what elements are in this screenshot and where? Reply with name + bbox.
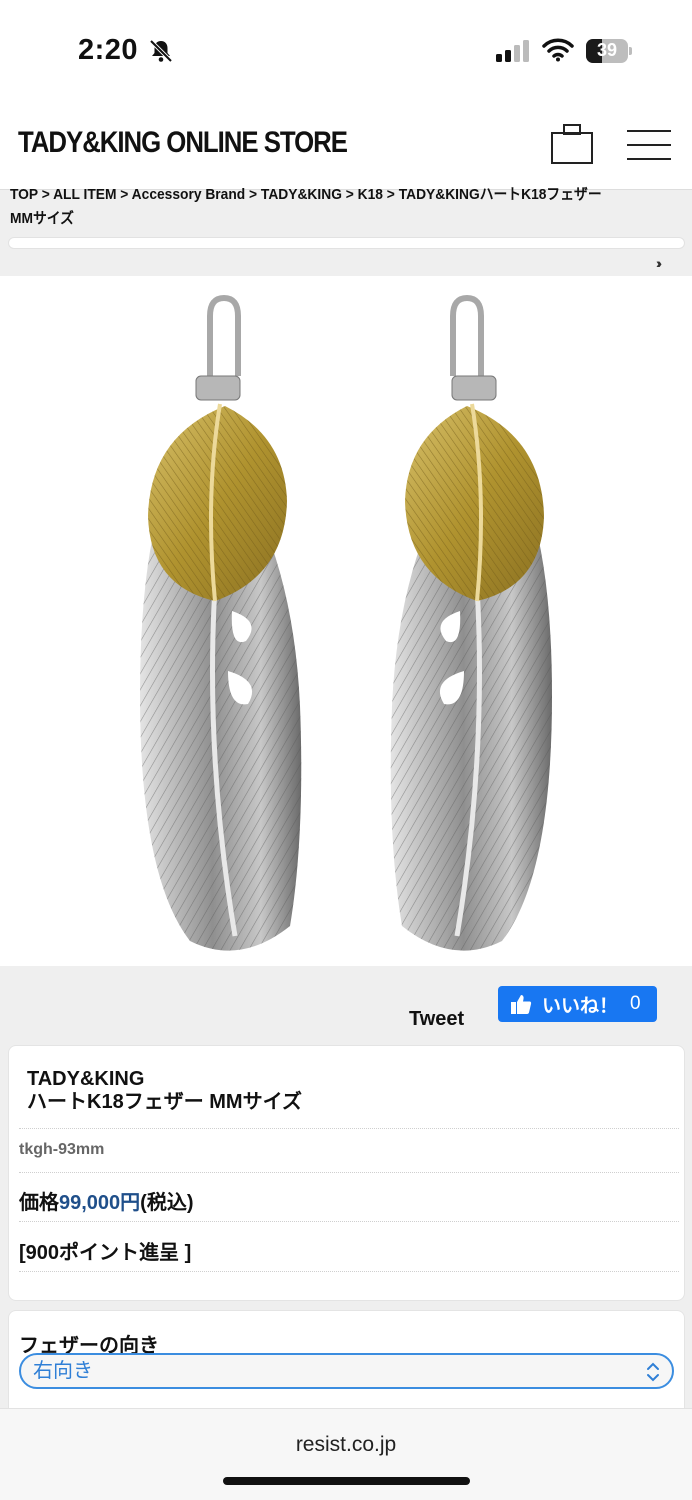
like-count: 0 — [630, 993, 641, 1014]
url-text[interactable]: resist.co.jp — [0, 1433, 692, 1457]
feather-pendants-image — [140, 294, 552, 951]
status-time: 2:20 — [78, 34, 139, 66]
battery-indicator: 39 — [586, 39, 632, 63]
cart-icon[interactable] — [551, 124, 593, 164]
breadcrumb-scroll-bar[interactable] — [8, 237, 685, 249]
left-feather — [140, 294, 302, 951]
hamburger-menu-icon[interactable] — [627, 128, 671, 162]
select-value: 右向き — [33, 1360, 93, 1382]
option-card: フェザーの向き 右向き — [8, 1310, 685, 1420]
tweet-button[interactable]: Tweet — [409, 1008, 464, 1031]
thumbs-up-icon — [511, 995, 532, 1014]
price-amount: 99,000円 — [59, 1192, 141, 1214]
wifi-icon — [542, 38, 574, 62]
cellular-signal-icon — [496, 40, 529, 62]
facebook-like-button[interactable]: いいね！ 0 — [498, 986, 657, 1022]
chevron-right-icon[interactable]: ››› — [656, 255, 662, 271]
browser-address-bar[interactable]: resist.co.jp — [0, 1408, 692, 1500]
bell-muted-icon — [149, 39, 173, 63]
right-feather — [390, 294, 552, 951]
product-info-card: TADY&KING ハートK18フェザー MMサイズ tkgh-93mm 価格9… — [8, 1045, 685, 1301]
site-header: TADY&KING ONLINE STORE — [0, 100, 692, 190]
battery-level: 39 — [596, 40, 618, 60]
product-price: 価格99,000円(税込) — [19, 1186, 194, 1215]
price-tax: (税込) — [140, 1192, 194, 1214]
product-points: [900ポイント進呈 ] — [19, 1242, 192, 1264]
price-label: 価格 — [19, 1192, 59, 1214]
select-arrows-icon — [647, 1362, 659, 1382]
like-label: いいね！ — [542, 995, 619, 1017]
product-brand: TADY&KING — [27, 1068, 145, 1090]
product-image[interactable] — [0, 276, 692, 966]
product-name: ハートK18フェザー MMサイズ — [27, 1091, 302, 1113]
feather-direction-select[interactable]: 右向き — [19, 1353, 674, 1389]
store-logo[interactable]: TADY&KING ONLINE STORE — [18, 126, 348, 160]
home-indicator[interactable] — [223, 1477, 470, 1485]
breadcrumb[interactable]: TOP > ALL ITEM > Accessory Brand > TADY&… — [10, 183, 628, 231]
status-bar: 2:20 39 — [0, 0, 692, 100]
product-sku: tkgh-93mm — [19, 1141, 105, 1158]
